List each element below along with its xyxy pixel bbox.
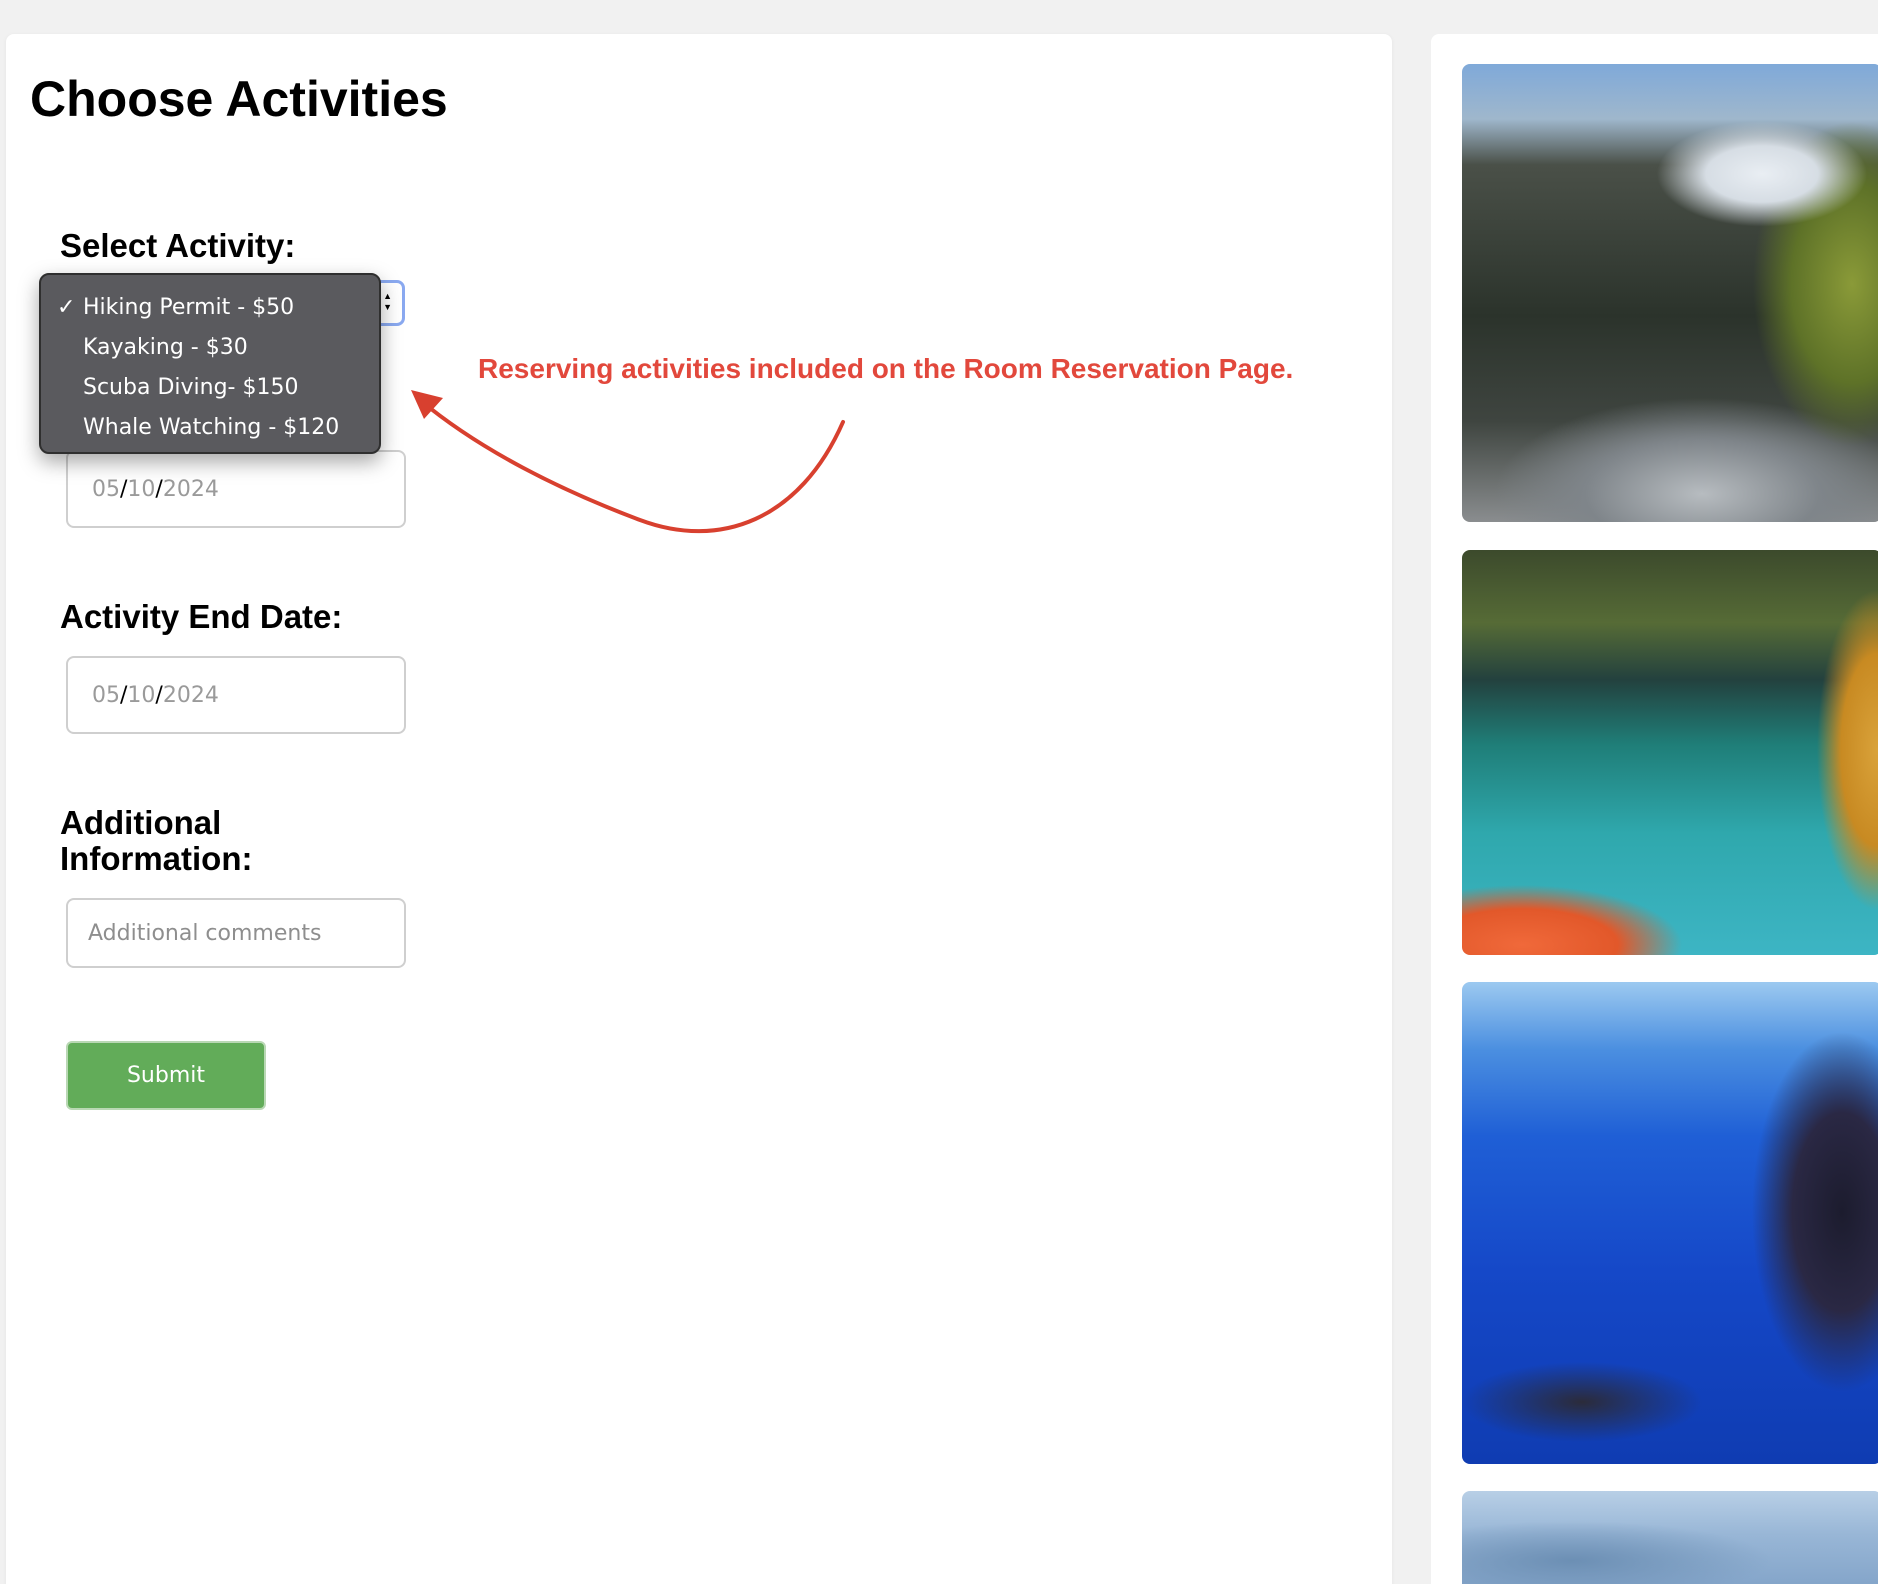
page: Choose Activities Select Activity: ▲ ▼ 0…	[0, 0, 1878, 1584]
scuba-diving-photo	[1462, 982, 1878, 1464]
kayaking-photo	[1462, 550, 1878, 955]
whale-watching-photo	[1462, 1491, 1878, 1584]
hiking-photo	[1462, 64, 1878, 522]
